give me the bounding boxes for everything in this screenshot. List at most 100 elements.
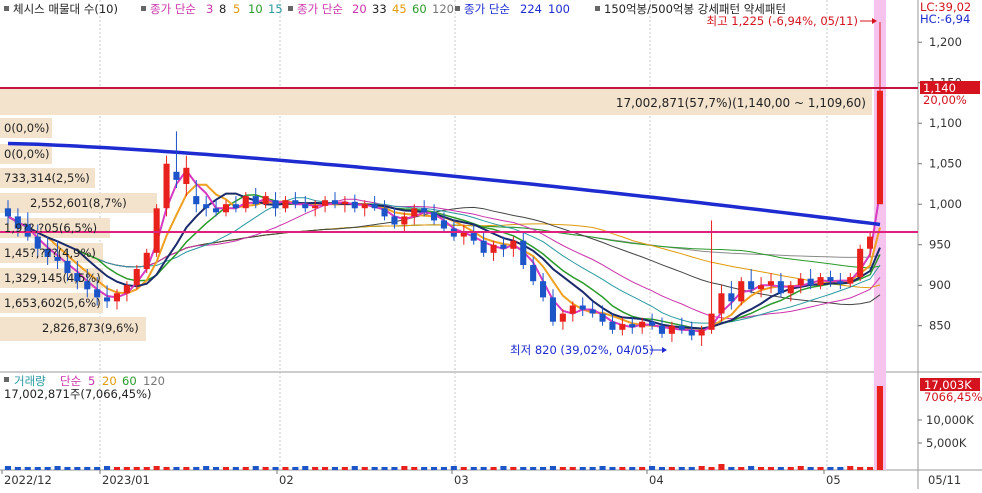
candle-body: [292, 200, 299, 205]
candle-body: [559, 313, 566, 322]
candle-body: [193, 196, 200, 205]
candle-body: [104, 297, 111, 302]
volume-bar: [411, 467, 418, 470]
legend-marker-5: [595, 6, 600, 11]
candle-body: [312, 205, 319, 209]
candle-body: [807, 278, 814, 286]
volume-bar: [421, 467, 428, 470]
volume-bar: [84, 467, 91, 470]
vp-label-0: 0(0,0%): [4, 121, 50, 135]
volume-bar: [559, 467, 566, 470]
volume-bar: [312, 467, 319, 470]
candle-body: [847, 277, 854, 284]
volume-bar: [143, 467, 150, 470]
volume-bar: [183, 467, 190, 470]
candle-body: [589, 309, 596, 314]
volume-bar: [104, 466, 111, 470]
legend-ma2-p0: 20: [352, 2, 367, 16]
candle-body: [272, 200, 279, 209]
volume-bar: [302, 466, 309, 470]
volume-bar: [4, 466, 11, 470]
candle-body: [421, 208, 428, 213]
legend-ma1-p3: 10: [248, 2, 263, 16]
candle-body: [480, 240, 487, 253]
volume-bar: [193, 467, 200, 470]
price-tick-label: 1,050: [929, 157, 962, 171]
candle-body: [331, 200, 338, 205]
volume-bar: [847, 466, 854, 470]
volume-bar: [748, 466, 755, 470]
candle-body: [520, 240, 527, 265]
current-band-label: 17,002,871(57,7%)(1,140,00 ~ 1,109,60): [616, 96, 866, 110]
volume-bar: [391, 467, 398, 470]
legend-ma2-p3: 60: [412, 2, 427, 16]
candle-body: [857, 248, 864, 278]
candle-body: [213, 208, 220, 213]
legend-ma3-label: 종가 단순: [464, 2, 510, 16]
volume-bar: [460, 467, 467, 470]
volume-bar: [262, 467, 269, 470]
volume-legend-p0: 5: [88, 374, 95, 388]
candle-body: [777, 281, 784, 294]
candle-body: [113, 293, 120, 302]
volume-bar: [351, 466, 358, 470]
price-tick-label: 950: [929, 238, 951, 252]
candle-body: [619, 324, 626, 330]
candle-body: [431, 212, 438, 221]
candle-body: [728, 293, 735, 302]
volume-bar: [242, 467, 249, 470]
volume-bar: [520, 467, 527, 470]
candle-body: [133, 269, 140, 286]
legend-ma1-p2: 5: [233, 2, 240, 16]
price-panel-bg: [0, 0, 918, 372]
vp-label-8: 2,826,873(9,6%): [42, 321, 139, 335]
candle-body: [569, 305, 576, 314]
candle-body: [738, 281, 745, 302]
stock-chart-window: 0(0,0%) 0(0,0%) 733,314(2,5%) 2,552,601(…: [0, 0, 982, 489]
volume-bar: [867, 467, 874, 470]
date-tick-label: 2023/01: [102, 473, 150, 487]
volume-bar: [787, 467, 794, 470]
low-annotation: 최저 820 (39,02%, 04/05): [510, 343, 654, 357]
volume-bar: [450, 466, 457, 470]
legend-marker-2: [141, 6, 146, 11]
candle-body: [837, 281, 844, 284]
candle-body: [500, 244, 507, 249]
candle-body: [302, 204, 309, 209]
candle-body: [629, 324, 636, 328]
candle-body: [490, 244, 497, 253]
volume-bar: [639, 467, 646, 470]
candle-body: [530, 265, 537, 282]
volume-bar: [619, 467, 626, 470]
legend-ma3-p0: 224: [520, 2, 542, 16]
candle-body: [163, 163, 170, 209]
vp-label-4: 1,9??,?05(6,5%): [4, 221, 97, 235]
legend-marker-1: [4, 6, 9, 11]
volume-bar: [649, 466, 656, 470]
volume-bar: [668, 467, 675, 470]
legend-pattern: 150억봉/500억봉 강세패턴 약세패턴: [604, 2, 786, 16]
volume-bar: [113, 467, 120, 470]
hc-label: HC:-6,94: [920, 12, 970, 26]
candle-body: [599, 313, 606, 322]
candle-body: [351, 201, 358, 209]
candle-body: [668, 325, 675, 334]
volume-bar: [232, 467, 239, 470]
stock-chart: 0(0,0%) 0(0,0%) 733,314(2,5%) 2,552,601(…: [0, 0, 982, 489]
volume-legend-p1: 20: [102, 374, 117, 388]
volume-bar: [133, 467, 140, 470]
volume-bar: [24, 467, 31, 470]
candle-body: [510, 240, 517, 249]
current-pct-value: 20,00%: [923, 93, 967, 107]
candle-body: [678, 325, 685, 330]
price-tick-label: 850: [929, 319, 951, 333]
volume-bar: [381, 467, 388, 470]
volume-bar: [203, 466, 210, 470]
candle-body: [411, 208, 418, 217]
volume-bar: [401, 466, 408, 470]
volume-axis-1: 10,000K: [926, 413, 974, 427]
volume-bar: [500, 466, 507, 470]
volume-bar: [252, 466, 259, 470]
candle-body: [579, 305, 586, 310]
legend-ma2-p1: 33: [372, 2, 387, 16]
